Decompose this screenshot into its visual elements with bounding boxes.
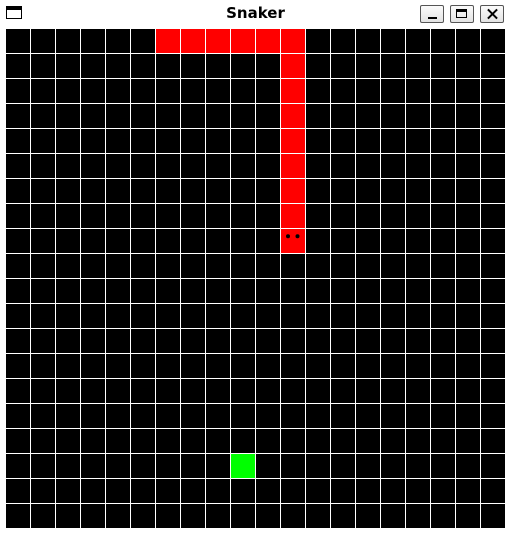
snake-segment [281, 204, 305, 228]
minimize-button[interactable] [420, 5, 444, 23]
snake-head [281, 229, 305, 253]
snake-segment [206, 29, 230, 53]
snake-segment [281, 29, 305, 53]
snake-segment [281, 104, 305, 128]
snake-segment [281, 129, 305, 153]
snake-segment [156, 29, 180, 53]
window-menu-icon[interactable] [6, 6, 22, 19]
snake-segment [181, 29, 205, 53]
snake-segment [281, 79, 305, 103]
snake-segment [281, 154, 305, 178]
snake-eye-icon [295, 234, 300, 239]
close-button[interactable] [480, 5, 504, 23]
snake-segment [256, 29, 280, 53]
game-grid [5, 28, 506, 529]
snake-segment [281, 54, 305, 78]
title-bar[interactable]: Snaker [0, 0, 511, 28]
game-board[interactable] [5, 28, 506, 529]
snake-segment [281, 179, 305, 203]
app-window: Snaker [0, 0, 511, 534]
maximize-button[interactable] [450, 5, 474, 23]
food-cell [231, 454, 255, 478]
snake-segment [231, 29, 255, 53]
snake-eye-icon [286, 234, 290, 239]
